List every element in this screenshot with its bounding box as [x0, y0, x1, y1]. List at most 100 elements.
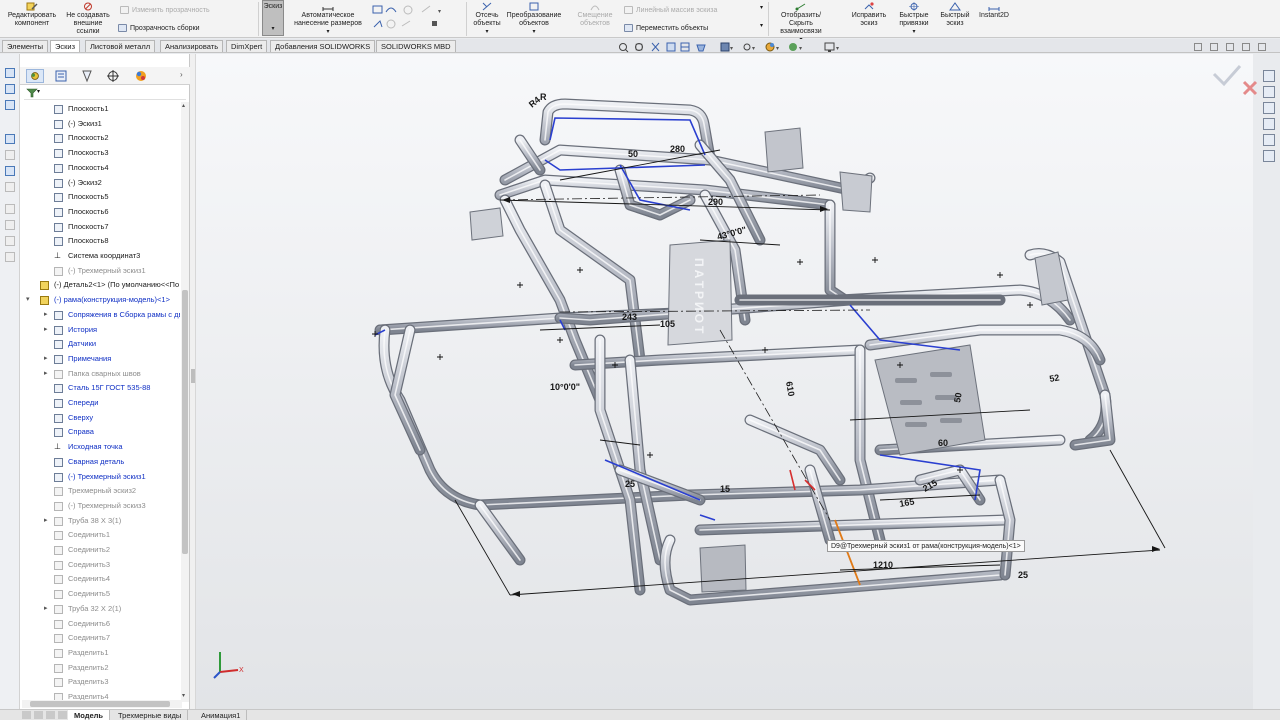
mate-icon[interactable] — [5, 100, 15, 110]
tree-item[interactable]: (-) Деталь2<1> (По умолчанию<<По умолчан… — [20, 278, 180, 292]
tree-item[interactable]: Плоскость3 — [20, 146, 180, 160]
tab-dimxpert[interactable]: DimXpert — [226, 40, 268, 52]
instant2d-button[interactable]: Instant2D — [974, 2, 1014, 20]
tree-item[interactable]: ▸ История — [20, 323, 180, 337]
trim-entities-button[interactable]: Отсечь объекты ▾ — [469, 2, 505, 36]
edit-component-button[interactable]: Редактировать компонент — [2, 2, 62, 28]
expand-arrow-icon[interactable]: ▸ — [44, 367, 52, 381]
first-tab-icon[interactable] — [22, 711, 31, 719]
expand-arrow-icon[interactable]: ▸ — [44, 602, 52, 616]
assembly-icon[interactable] — [5, 68, 15, 78]
sketch-button[interactable]: Эскиз ▾ — [262, 0, 284, 36]
tree-item[interactable]: Плоскость7 — [20, 220, 180, 234]
tab-solidworks-mbd[interactable]: SOLIDWORKS MBD — [376, 40, 456, 52]
prev-tab-icon[interactable] — [34, 711, 43, 719]
tab-solidworks-addins[interactable]: Добавления SOLIDWORKS — [270, 40, 376, 52]
property-manager-tab-icon[interactable] — [52, 69, 70, 83]
tree-item[interactable]: Плоскость4 — [20, 161, 180, 175]
tree-item[interactable]: ▸ Сопряжения в Сборка рамы с двигателем — [20, 308, 180, 322]
tab-features[interactable]: Элементы — [2, 40, 48, 52]
tile-window-icon[interactable] — [1194, 43, 1202, 51]
tree-item[interactable]: (-) Трехмерный эскиз1 — [20, 470, 180, 484]
tree-item[interactable]: Плоскость2 — [20, 131, 180, 145]
design-library-icon[interactable] — [1263, 86, 1275, 98]
next-tab-icon[interactable] — [46, 711, 55, 719]
tree-item[interactable]: ▸ Труба 32 X 2(1) — [20, 602, 180, 616]
component-icon[interactable] — [5, 84, 15, 94]
horizontal-scrollbar-thumb[interactable] — [30, 701, 170, 707]
tab-animation[interactable]: Анимация1 — [195, 710, 248, 720]
tab-sheet-metal[interactable]: Листовой металл — [85, 40, 156, 52]
display-manager-tab-icon[interactable] — [132, 69, 150, 83]
tree-horizontal-scrollbar[interactable] — [22, 700, 182, 708]
tree-item[interactable]: Разделить3 — [20, 675, 180, 689]
disabled-tool-icon-4[interactable] — [5, 252, 15, 262]
tree-item[interactable]: Сварная деталь — [20, 455, 180, 469]
disabled-tool-icon-2[interactable] — [5, 220, 15, 230]
tree-item[interactable]: Плоскость8 — [20, 234, 180, 248]
collapse-arrow-icon[interactable]: ▾ — [26, 293, 34, 307]
tree-item[interactable]: Соединить3 — [20, 558, 180, 572]
tree-item[interactable]: Разделить2 — [20, 661, 180, 675]
no-external-refs-button[interactable]: Не создавать внешние ссылки — [62, 2, 114, 36]
linear-pattern-dropdown-arrow-icon[interactable]: ▾ — [760, 4, 763, 11]
tree-item[interactable]: Соединить2 — [20, 543, 180, 557]
tree-item[interactable]: (-) Эскиз2 — [20, 176, 180, 190]
tree-scrollbar-thumb[interactable] — [182, 290, 188, 554]
last-tab-icon[interactable] — [58, 711, 67, 719]
tree-item[interactable]: Сталь 15Г ГОСТ 535-88 — [20, 381, 180, 395]
tree-item[interactable]: Спереди — [20, 396, 180, 410]
home-icon[interactable] — [1263, 70, 1275, 82]
tree-item[interactable]: ▸ Примечания — [20, 352, 180, 366]
tree-item[interactable]: ⊥ Исходная точка — [20, 440, 180, 454]
move-dropdown-arrow-icon[interactable]: ▾ — [760, 22, 763, 29]
tree-item[interactable]: Сверху — [20, 411, 180, 425]
tree-item[interactable]: ▸ Труба 38 X 3(1) — [20, 514, 180, 528]
assembly-transparency-dropdown[interactable]: Прозрачность сборки — [118, 24, 200, 32]
accept-check-icon[interactable] — [1212, 65, 1242, 87]
expand-arrow-icon[interactable]: ▸ — [44, 308, 52, 322]
tree-item[interactable]: Плоскость6 — [20, 205, 180, 219]
tree-item[interactable]: ▾ (-) рама(конструкция-модель)<1> — [20, 293, 180, 307]
scroll-down-arrow-icon[interactable]: ▾ — [182, 692, 185, 699]
tab-model[interactable]: Модель — [68, 710, 111, 720]
tree-item[interactable]: ⊥ Система координат3 — [20, 249, 180, 263]
show-hide-relations-button[interactable]: Отобразить/Скрыть взаимосвязи ▾ — [771, 2, 831, 44]
disabled-feature-icon[interactable] — [5, 150, 15, 160]
tree-item[interactable]: Соединить7 — [20, 631, 180, 645]
tab-evaluate[interactable]: Анализировать — [160, 40, 224, 52]
tree-item[interactable]: Справа — [20, 425, 180, 439]
custom-properties-icon[interactable] — [1263, 150, 1275, 162]
sketch-entity-icons[interactable]: ▾ — [372, 4, 462, 34]
split-window-icon[interactable] — [1210, 43, 1218, 51]
tree-filter[interactable]: ▾ — [24, 87, 186, 100]
disabled-tool-icon-3[interactable] — [5, 236, 15, 246]
tab-3d-views[interactable]: Трехмерные виды — [112, 710, 189, 720]
tree-item[interactable]: Соединить1 — [20, 528, 180, 542]
view-toolbar-icons[interactable]: ▾ ▾ ▾ ▾ ▾ — [617, 41, 857, 53]
tree-item[interactable]: Соединить4 — [20, 572, 180, 586]
tree-item[interactable]: ▸ Папка сварных швов — [20, 367, 180, 381]
restore-window-icon[interactable] — [1226, 43, 1234, 51]
rapid-sketch-button[interactable]: Быстрый эскиз — [936, 2, 974, 28]
cancel-x-icon[interactable] — [1242, 80, 1258, 96]
sketch-feature-icon[interactable] — [5, 166, 15, 176]
quick-snaps-button[interactable]: Быстрые привязки ▾ — [893, 2, 935, 36]
close-window-icon[interactable] — [1258, 43, 1266, 51]
dimxpert-manager-tab-icon[interactable] — [104, 69, 122, 83]
maximize-window-icon[interactable] — [1242, 43, 1250, 51]
file-explorer-icon[interactable] — [1263, 102, 1275, 114]
more-tabs-arrow-icon[interactable]: › — [180, 70, 183, 79]
scroll-up-arrow-icon[interactable]: ▴ — [182, 102, 185, 109]
tab-sketch[interactable]: Эскиз — [50, 40, 81, 52]
view-palette-icon[interactable] — [1263, 118, 1275, 130]
auto-dimension-button[interactable]: Автоматическое нанесение размеров ▾ — [288, 2, 368, 36]
tree-item[interactable]: Плоскость5 — [20, 190, 180, 204]
offset-entities-button[interactable]: Смещение объектов — [572, 2, 618, 28]
expand-arrow-icon[interactable]: ▸ — [44, 352, 52, 366]
disabled-tool-icon-1[interactable] — [5, 204, 15, 214]
move-entities-button[interactable]: Переместить объекты — [624, 24, 708, 32]
graphics-area[interactable] — [196, 54, 1253, 709]
tree-item[interactable]: Датчики — [20, 337, 180, 351]
configuration-manager-tab-icon[interactable] — [78, 69, 96, 83]
